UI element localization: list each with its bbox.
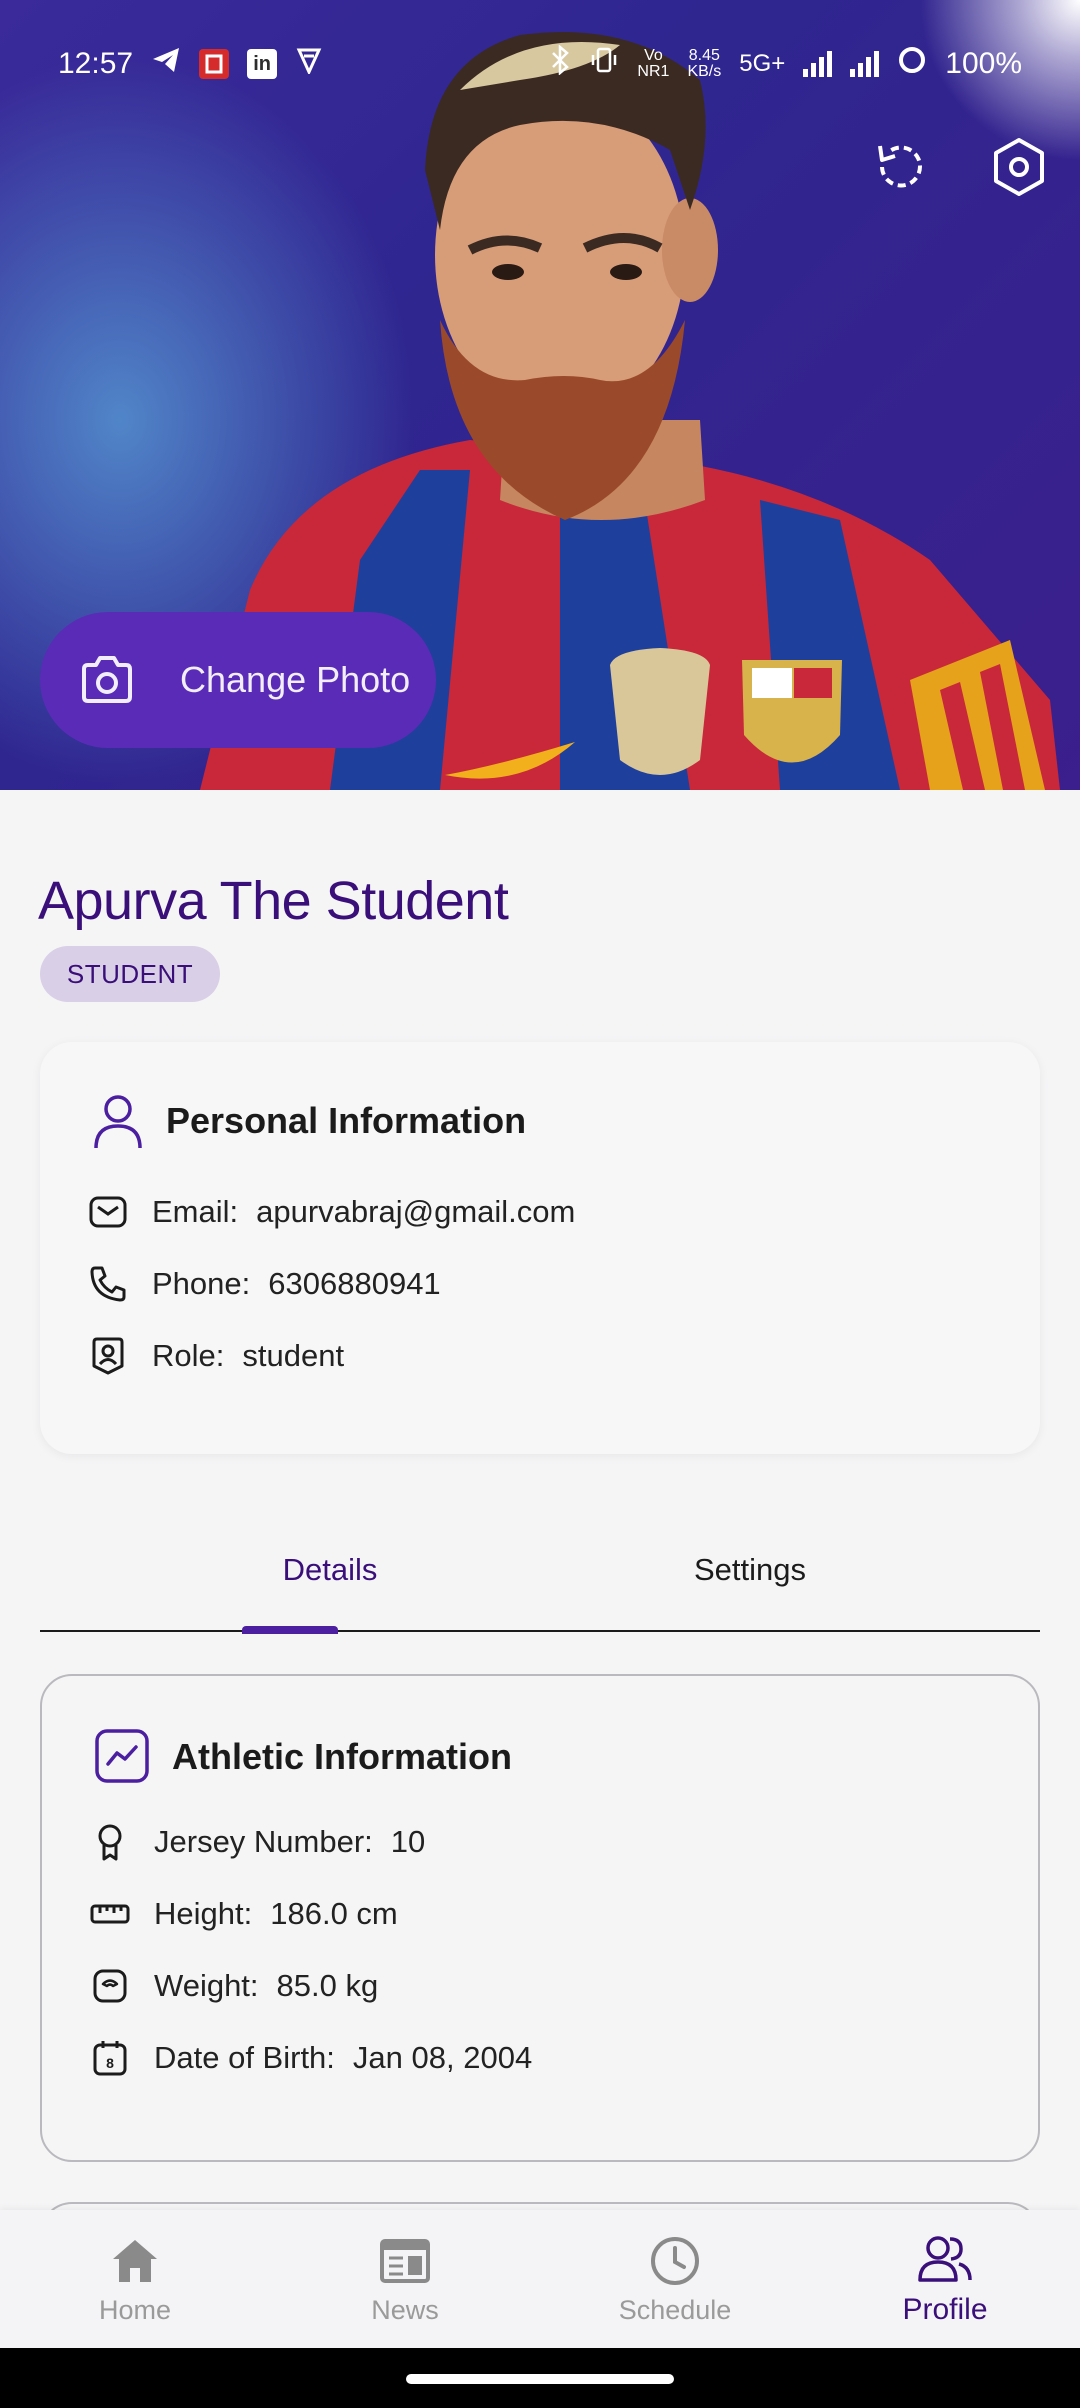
athletic-information-title: Athletic Information — [172, 1736, 512, 1777]
clock: 12:57 — [58, 47, 134, 80]
svg-text:8: 8 — [106, 2055, 114, 2071]
change-photo-button[interactable]: Change Photo — [40, 612, 436, 748]
profile-tabs: Details Settings — [40, 1520, 1040, 1634]
app-notification-icon — [199, 49, 230, 79]
athletic-information-card: Athletic Information Jersey Number: 10 H… — [40, 1674, 1040, 2162]
bottom-navigation: Home News Schedule Profile — [0, 2210, 1080, 2348]
mail-icon — [86, 1190, 130, 1234]
phone-row: Phone: 6306880941 — [86, 1262, 441, 1306]
email-value: apurvabraj@gmail.com — [256, 1194, 576, 1229]
role-value: student — [242, 1338, 345, 1373]
calendar-icon: 8 — [88, 2036, 132, 2080]
tab-settings[interactable]: Settings — [540, 1520, 960, 1620]
date-of-birth-value: Jan 08, 2004 — [352, 2040, 533, 2075]
tab-active-indicator — [242, 1626, 338, 1634]
phone-value: 6306880941 — [268, 1266, 441, 1301]
network-speed: 8.45 KB/s — [687, 47, 722, 80]
shield-notification-icon — [295, 46, 323, 82]
weight-row: Weight: 85.0 kg — [88, 1964, 378, 2008]
battery-icon — [897, 45, 927, 83]
status-bar: 12:57 in Vo NR1 8.45 KB/s 5G+ 100% — [0, 0, 1080, 128]
linkedin-icon: in — [247, 49, 278, 79]
home-gesture-handle[interactable] — [406, 2374, 674, 2384]
people-icon — [917, 2231, 973, 2287]
ruler-icon — [88, 1892, 132, 1936]
email-row: Email: apurvabraj@gmail.com — [86, 1190, 575, 1234]
nav-schedule-label: Schedule — [618, 2294, 732, 2325]
person-icon — [94, 1095, 142, 1149]
battery-level: 100% — [945, 47, 1022, 80]
id-badge-icon — [86, 1334, 130, 1378]
jersey-number-row: Jersey Number: 10 — [88, 1820, 425, 1864]
nav-profile[interactable]: Profile — [810, 2210, 1080, 2348]
settings-icon — [994, 138, 1044, 196]
phone-icon — [86, 1262, 130, 1306]
jersey-number-value: 10 — [390, 1824, 426, 1859]
change-photo-label: Change Photo — [180, 659, 411, 700]
weight-value: 85.0 kg — [276, 1968, 379, 2003]
personal-information-title: Personal Information — [166, 1100, 527, 1141]
scale-icon — [88, 1964, 132, 2008]
role-badge: STUDENT — [40, 946, 220, 1002]
home-icon — [107, 2233, 163, 2289]
tab-details[interactable]: Details — [120, 1520, 540, 1620]
profile-name: Apurva The Student — [38, 871, 509, 931]
signal-icon-2 — [850, 51, 880, 77]
nav-news[interactable]: News — [270, 2210, 540, 2348]
height-value: 186.0 cm — [270, 1896, 398, 1931]
nav-schedule[interactable]: Schedule — [540, 2210, 810, 2348]
role-row: Role: student — [86, 1334, 344, 1378]
reset-photo-button[interactable] — [866, 132, 936, 202]
bluetooth-icon — [549, 44, 571, 83]
volte-icon: Vo NR1 — [637, 47, 670, 80]
refresh-icon — [878, 145, 922, 188]
profile-photo-header: 12:57 in Vo NR1 8.45 KB/s 5G+ 100% Chang… — [0, 0, 1080, 790]
settings-button[interactable] — [984, 132, 1054, 202]
nav-home[interactable]: Home — [0, 2210, 270, 2348]
nav-profile-label: Profile — [902, 2293, 988, 2326]
trend-chart-icon — [95, 1729, 149, 1783]
tab-divider — [40, 1630, 1040, 1632]
camera-icon — [82, 656, 132, 703]
vibrate-icon — [589, 45, 619, 83]
nav-home-label: Home — [98, 2294, 172, 2325]
clock-icon — [647, 2233, 703, 2289]
nav-news-label: News — [371, 2294, 439, 2325]
personal-information-card: Personal Information Email: apurvabraj@g… — [40, 1042, 1040, 1454]
height-row: Height: 186.0 cm — [88, 1892, 398, 1936]
signal-icon — [803, 51, 833, 77]
telegram-icon — [151, 46, 181, 82]
news-icon — [377, 2233, 433, 2289]
medal-icon — [88, 1820, 132, 1864]
network-type: 5G+ — [739, 50, 786, 77]
date-of-birth-row: 8 Date of Birth: Jan 08, 2004 — [88, 2036, 532, 2080]
